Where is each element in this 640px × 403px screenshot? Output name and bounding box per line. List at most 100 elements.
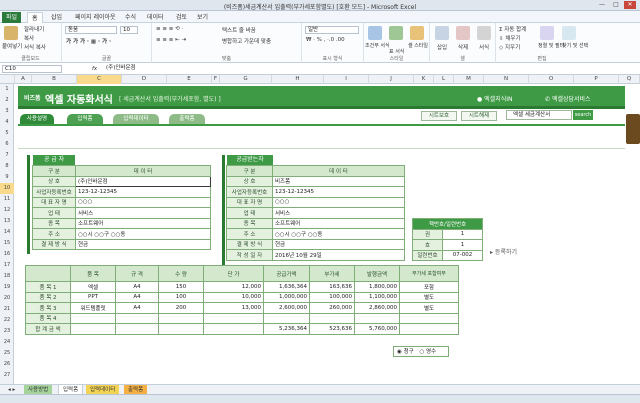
minimize-button[interactable]: — bbox=[596, 1, 608, 9]
register-button[interactable]: ▸ 등록하기 bbox=[490, 247, 540, 259]
tab-home[interactable]: 홈 bbox=[27, 12, 43, 23]
col-c[interactable]: C bbox=[77, 75, 122, 84]
item-spec[interactable] bbox=[115, 312, 159, 324]
autosum-button[interactable]: Σ 자동 합계 bbox=[499, 25, 526, 33]
cut-button[interactable]: 잘라내기 bbox=[24, 25, 44, 33]
col-f[interactable]: F bbox=[212, 75, 220, 84]
row-header[interactable]: 19 bbox=[0, 282, 14, 293]
tab-view[interactable]: 보기 bbox=[193, 12, 212, 23]
col-q[interactable]: Q bbox=[619, 75, 640, 84]
align-icons[interactable]: ≡ ≡ ≡ ⟲ · bbox=[156, 26, 183, 32]
row-header[interactable]: 4 bbox=[0, 117, 14, 128]
table-format-button[interactable]: 표 서식 bbox=[389, 48, 404, 55]
tab-file[interactable]: 파일 bbox=[2, 12, 22, 23]
receiver-value[interactable]: ○○시 ○○구 ○○동 bbox=[272, 228, 405, 240]
tab-input-data[interactable]: 입력데이터 bbox=[113, 114, 159, 124]
item-spec[interactable]: A4 bbox=[115, 291, 159, 303]
format-icon[interactable] bbox=[477, 26, 491, 40]
row-header[interactable]: 27 bbox=[0, 370, 14, 381]
row-header[interactable]: 5 bbox=[0, 128, 14, 139]
receiver-value[interactable]: 비즈폼 bbox=[272, 175, 405, 187]
receiver-value[interactable]: ○○○ bbox=[272, 196, 405, 208]
sort-filter-icon[interactable] bbox=[540, 26, 554, 40]
row-header[interactable]: 18 bbox=[0, 271, 14, 282]
unprotect-sheet-button[interactable]: 시트해제 bbox=[461, 111, 497, 121]
item-incl[interactable] bbox=[399, 312, 459, 324]
number-format-select[interactable]: 일반 bbox=[305, 26, 359, 34]
col-k[interactable]: K bbox=[414, 75, 434, 84]
number-icons[interactable]: ₩ · % , ·.0 .00 bbox=[306, 37, 345, 43]
row-header[interactable]: 21 bbox=[0, 304, 14, 315]
row-header[interactable]: 8 bbox=[0, 161, 14, 172]
row-header[interactable]: 16 bbox=[0, 249, 14, 260]
insert-button[interactable]: 삽입 bbox=[437, 43, 447, 51]
item-price[interactable] bbox=[203, 312, 264, 324]
row-header[interactable]: 14 bbox=[0, 227, 14, 238]
item-name[interactable]: 엑셀 bbox=[70, 281, 116, 293]
delete-icon[interactable] bbox=[456, 26, 470, 40]
font-name-select[interactable]: 돋움 bbox=[65, 26, 117, 34]
search-button[interactable]: search bbox=[573, 110, 593, 120]
row-header[interactable]: 9 bbox=[0, 172, 14, 183]
tab-page-layout[interactable]: 페이지 레이아웃 bbox=[71, 12, 120, 23]
col-j[interactable]: J bbox=[369, 75, 414, 84]
fill-button[interactable]: ⇩ 채우기 bbox=[499, 34, 521, 42]
format-button[interactable]: 서식 bbox=[479, 43, 489, 51]
select-all[interactable] bbox=[0, 75, 15, 84]
wrap-text-button[interactable]: 텍스트 줄 바꿈 bbox=[222, 26, 256, 34]
col-n[interactable]: N bbox=[484, 75, 529, 84]
delete-button[interactable]: 삭제 bbox=[458, 43, 468, 51]
col-l[interactable]: L bbox=[434, 75, 454, 84]
book-icon[interactable] bbox=[626, 114, 640, 144]
row-header[interactable]: 22 bbox=[0, 315, 14, 326]
receiver-value[interactable]: 서비스 bbox=[272, 207, 405, 219]
receiver-value[interactable]: 123-12-12345 bbox=[272, 186, 405, 198]
tab-formulas[interactable]: 수식 bbox=[121, 12, 140, 23]
supplier-value[interactable]: ○○시 ○○구 ○○동 bbox=[75, 228, 211, 240]
row-header[interactable]: 3 bbox=[0, 106, 14, 117]
row-header[interactable]: 1 bbox=[0, 84, 14, 95]
item-qty[interactable]: 100 bbox=[158, 291, 204, 303]
supplier-value[interactable]: 123-12-12345 bbox=[75, 186, 211, 198]
item-price[interactable]: 12,000 bbox=[203, 281, 264, 293]
find-select-button[interactable]: 찾기 및 선택 bbox=[562, 42, 588, 49]
excel-knowledge-link[interactable]: ● 엑셀지식IN bbox=[477, 94, 513, 103]
formula-input[interactable]: (주)인바운점 bbox=[104, 65, 637, 73]
tab-insert[interactable]: 삽입 bbox=[47, 12, 66, 23]
tab-review[interactable]: 검토 bbox=[172, 12, 191, 23]
merge-center-button[interactable]: 병합하고 가운데 맞춤 bbox=[222, 37, 271, 45]
item-name[interactable] bbox=[70, 312, 116, 324]
conditional-format-icon[interactable] bbox=[368, 26, 382, 40]
col-a[interactable]: A bbox=[15, 75, 32, 84]
bold-icon[interactable]: 가 가 가 · ▦ · 가 · bbox=[66, 37, 111, 45]
item-name[interactable]: PPT bbox=[70, 291, 116, 303]
row-header[interactable]: 10 bbox=[0, 183, 14, 194]
row-header[interactable]: 24 bbox=[0, 337, 14, 348]
col-p[interactable]: P bbox=[574, 75, 619, 84]
row-header[interactable]: 12 bbox=[0, 205, 14, 216]
supplier-value[interactable]: ○○○ bbox=[75, 196, 211, 208]
tab-guide[interactable]: 사용설명 bbox=[20, 114, 54, 124]
bookno-value[interactable]: 1 bbox=[442, 228, 483, 240]
col-g[interactable]: G bbox=[220, 75, 272, 84]
item-price[interactable]: 13,000 bbox=[203, 302, 264, 314]
tab-data[interactable]: 데이터 bbox=[143, 12, 168, 23]
item-qty[interactable]: 150 bbox=[158, 281, 204, 293]
item-qty[interactable]: 200 bbox=[158, 302, 204, 314]
receiver-value[interactable]: 2016년 10월 29일 bbox=[272, 249, 405, 261]
align-icons-2[interactable]: ≡ ≡ ≡ ⇤ ⇥ bbox=[156, 37, 186, 43]
col-h[interactable]: H bbox=[272, 75, 324, 84]
supplier-value[interactable]: 서비스 bbox=[75, 207, 211, 219]
insert-icon[interactable] bbox=[435, 26, 449, 40]
conditional-format-button[interactable]: 조건부 서식 bbox=[365, 42, 390, 49]
copy-button[interactable]: 복사 bbox=[24, 34, 34, 42]
find-icon[interactable] bbox=[562, 26, 576, 40]
item-incl[interactable]: 별도 bbox=[399, 302, 459, 314]
excel-consult-link[interactable]: ✆ 엑셀상담서비스 bbox=[545, 94, 591, 103]
row-header[interactable]: 7 bbox=[0, 150, 14, 161]
supplier-value[interactable]: 현금 bbox=[75, 238, 211, 250]
tab-output-form[interactable]: 출력폼 bbox=[169, 114, 205, 124]
row-header[interactable]: 13 bbox=[0, 216, 14, 227]
item-qty[interactable] bbox=[158, 312, 204, 324]
col-e[interactable]: E bbox=[167, 75, 212, 84]
